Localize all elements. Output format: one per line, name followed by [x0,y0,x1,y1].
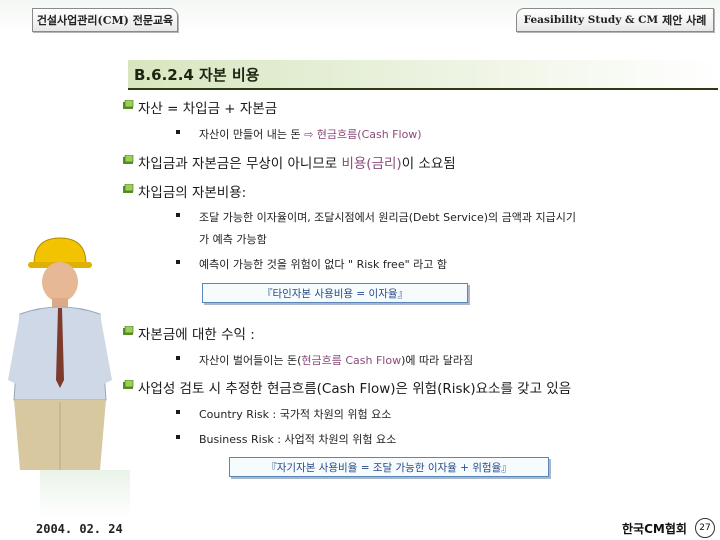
bullet-item: 자산 = 차입금 + 자본금 [123,97,278,117]
formula-callout: 『자기자본 사용비율 = 조달 가능한 이자율 + 위험율』 [229,457,549,477]
highlight-text: 비용(금리) [341,156,402,172]
bullet-text: 차입금과 자본금은 무상이 아니므로 [138,156,342,172]
sub-bullet-text: 가 예측 가능함 [199,233,267,246]
sub-bullet-text: 예측이 가능한 것을 위험이 없다 " Risk free" 라고 함 [199,258,447,271]
green-book-icon [123,184,134,193]
sub-bullet-item: Business Risk : 사업적 차원의 위험 요소 [176,431,397,447]
square-bullet [176,260,180,264]
bullet-text: 사업성 검토 시 추정한 현금흐름(Cash Flow)은 위험(Risk)요소… [138,381,572,397]
sub-bullet-text: 조달 가능한 이자율이며, 조달시점에서 원리금(Debt Service)의 … [199,211,576,224]
page-number: 27 [695,518,715,538]
footer-date: 2004. 02. 24 [36,522,123,536]
course-title: 건설사업관리(CM) 전문교육 [36,14,174,27]
bullet-item: 차입금의 자본비용: [123,181,247,201]
sub-bullet-item: 조달 가능한 이자율이며, 조달시점에서 원리금(Debt Service)의 … [176,209,576,225]
green-book-icon [123,155,134,164]
highlight-text: 현금흐름 Cash Flow [301,354,402,367]
sub-bullet-item: 예측이 가능한 것을 위험이 없다 " Risk free" 라고 함 [176,256,447,272]
square-bullet [176,410,180,414]
green-book-icon [123,100,134,109]
bullet-item: 자본금에 대한 수익 : [123,323,255,343]
section-title-bar: B.6.2.4 자본 비용 [128,60,718,90]
sub-bullet-item: 자산이 만들어 내는 돈 ⇨ 현금흐름(Cash Flow) [176,126,422,142]
page-number-text: 27 [699,523,711,533]
sub-bullet-text-tail: )에 따라 달라짐 [401,354,474,367]
footer-green-fade [40,470,130,518]
sub-bullet-text: 자산이 만들어 내는 돈 [199,128,305,141]
course-title-tab: 건설사업관리(CM) 전문교육 [32,8,178,32]
bullet-item: 사업성 검토 시 추정한 현금흐름(Cash Flow)은 위험(Risk)요소… [123,377,572,397]
footer-organization: 한국CM협회 [622,522,687,536]
bullet-text-tail: 이 소요됨 [401,156,456,172]
bullet-text: 차입금의 자본비용: [138,185,247,201]
callout-text: 『타인자본 사용비용 = 이자율』 [261,287,409,300]
bullet-text: 자본금에 대한 수익 : [138,327,255,343]
bullet-text: 자산 = 차입금 + 자본금 [138,101,278,117]
bullet-item: 차입금과 자본금은 무상이 아니므로 비용(금리)이 소요됨 [123,152,456,172]
sub-bullet-item: 자산이 벌어들이는 돈(현금흐름 Cash Flow)에 따라 달라짐 [176,352,474,368]
sub-bullet-text: 자산이 벌어들이는 돈( [199,354,302,367]
callout-text: 『자기자본 사용비율 = 조달 가능한 이자율 + 위험율』 [266,461,512,474]
square-bullet [176,213,180,217]
highlight-text: 현금흐름(Cash Flow) [313,128,422,141]
sub-bullet-text: Country Risk : 국가적 차원의 위험 요소 [199,408,392,421]
formula-callout: 『타인자본 사용비용 = 이자율』 [202,283,468,303]
square-bullet [176,130,180,134]
arrow-glyph: ⇨ [304,128,314,141]
sub-bullet-continuation: 가 예측 가능함 [199,231,267,247]
green-book-icon [123,380,134,389]
square-bullet [176,356,180,360]
topic-title-tab: Feasibility Study & CM 제안 사례 [516,8,714,32]
square-bullet [176,435,180,439]
section-title: B.6.2.4 자본 비용 [134,66,260,84]
sub-bullet-item: Country Risk : 국가적 차원의 위험 요소 [176,406,392,422]
construction-worker-illustration [8,237,112,470]
topic-title-latin: Feasibility Study & CM [523,14,659,26]
green-book-icon [123,326,134,335]
sub-bullet-text: Business Risk : 사업적 차원의 위험 요소 [199,433,397,446]
topic-title-korean: 제안 사례 [662,14,707,27]
